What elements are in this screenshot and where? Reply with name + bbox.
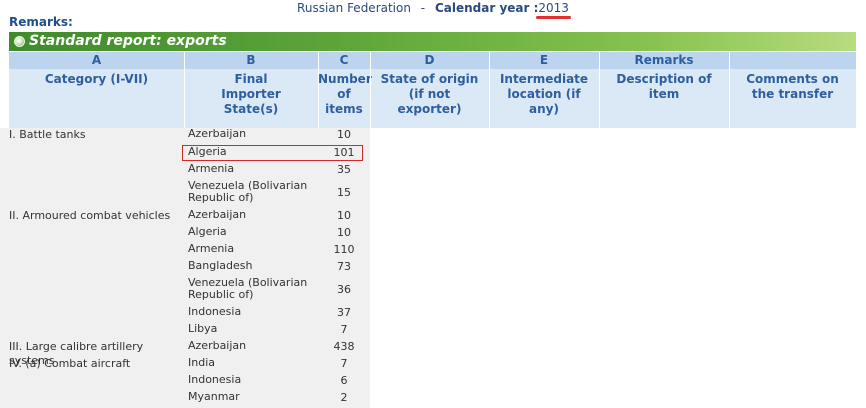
number-cell: 36	[337, 283, 351, 296]
importer-state-cell: Azerbaijan	[188, 339, 247, 352]
col-header-comments: Comments on the transfer	[746, 72, 839, 101]
column-divider	[370, 52, 371, 128]
column-divider	[489, 52, 490, 128]
number-cell: 7	[340, 323, 348, 336]
remarks-label: Remarks:	[9, 15, 73, 29]
col-header-number: Number of items	[318, 72, 372, 116]
category-cell: II. Armoured combat vehicles	[9, 209, 171, 222]
importer-state-cell: Venezuela (Bolivarian Republic of)	[188, 179, 308, 204]
category-cell: I. Battle tanks	[9, 128, 86, 141]
importer-state-cell: Indonesia	[188, 373, 242, 386]
importer-state-cell: Venezuela (Bolivarian Republic of)	[188, 276, 308, 301]
importer-state-cell: Myanmar	[188, 390, 240, 403]
highlight-box	[182, 145, 363, 161]
column-divider	[729, 52, 730, 128]
header-separator: -	[420, 1, 426, 15]
importer-state-cell: India	[188, 356, 215, 369]
col-letter-comments	[729, 52, 856, 69]
calendar-year-value: 2013	[536, 1, 571, 19]
country-name: Russian Federation	[297, 1, 411, 15]
number-cell: 10	[337, 128, 351, 141]
importer-state-cell: Algeria	[188, 225, 227, 238]
importer-state-cell: Indonesia	[188, 305, 242, 318]
col-header-description: Description of item	[616, 72, 712, 101]
importer-state-cell: Armenia	[188, 162, 235, 175]
number-cell: 110	[333, 243, 355, 256]
col-letter-remarks: Remarks	[634, 53, 694, 67]
report-header: Russian Federation - Calendar year :2013	[0, 1, 866, 19]
calendar-year-label: Calendar year :	[434, 1, 539, 15]
col-header-importer: Final Importer State(s)	[221, 72, 281, 116]
col-letter-c: C	[339, 53, 349, 67]
number-cell: 10	[337, 226, 351, 239]
number-cell: 2	[340, 391, 348, 404]
col-letter-b: B	[246, 53, 256, 67]
number-cell: 37	[337, 306, 351, 319]
number-cell: 35	[337, 163, 351, 176]
importer-state-cell: Bangladesh	[188, 259, 253, 272]
number-cell: 10	[337, 209, 351, 222]
col-letter-e: E	[539, 53, 549, 67]
importer-state-cell: Armenia	[188, 242, 235, 255]
category-cell: IV. (a) Combat aircraft	[9, 357, 131, 370]
importer-state-cell: Libya	[188, 322, 218, 335]
number-cell: 15	[337, 186, 351, 199]
number-cell: 73	[337, 260, 351, 273]
column-divider	[599, 52, 600, 128]
importer-state-cell: Azerbaijan	[188, 208, 247, 221]
number-cell: 6	[340, 374, 348, 387]
column-divider	[318, 52, 319, 128]
importer-state-cell: Azerbaijan	[188, 127, 247, 140]
col-header-origin: State of origin (if not exporter)	[380, 72, 479, 116]
col-letter-a: A	[91, 53, 102, 67]
col-header-intermediate: Intermediate location (if any)	[499, 72, 589, 116]
number-cell: 7	[340, 357, 348, 370]
bullet-icon	[14, 36, 25, 47]
report-title: Standard report: exports	[29, 33, 227, 49]
number-cell: 438	[333, 340, 355, 353]
report-banner: Standard report: exports	[9, 32, 856, 51]
col-header-category: Category (I-VII)	[44, 72, 149, 86]
column-divider	[184, 52, 185, 128]
col-letter-d: D	[424, 53, 435, 67]
